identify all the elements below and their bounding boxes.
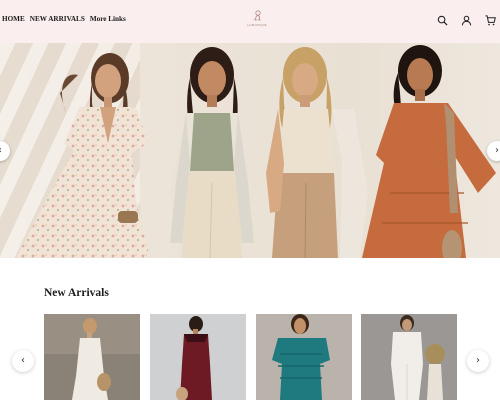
product-card-image[interactable] [44,314,140,400]
nav-more-links[interactable]: More Links [90,15,126,23]
hero-model-rust-dress [362,45,496,258]
product-card-image[interactable] [150,314,246,400]
new-arrivals-prev-button[interactable]: ‹ [12,350,34,372]
hero-next-button[interactable]: › [487,141,500,161]
chevron-right-icon: › [495,145,499,156]
logo-text: LA BOUTIQUE [247,24,267,27]
nav-home-link[interactable]: HOME [2,15,25,23]
chevron-left-icon: ‹ [21,355,25,366]
chevron-right-icon: › [476,355,480,366]
logo-mark-icon [252,10,262,22]
hero-banner[interactable]: ‹ › [0,43,500,258]
site-header: HOME NEW ARRIVALS More Links LA BOUTIQUE [0,0,500,43]
main-nav: HOME NEW ARRIVALS More Links [2,15,126,23]
product-card-image[interactable] [361,314,457,400]
search-icon[interactable] [437,15,448,26]
account-icon[interactable] [461,15,472,26]
header-actions [437,15,496,26]
storefront-page: HOME NEW ARRIVALS More Links LA BOUTIQUE [0,0,500,400]
product-card-image[interactable] [256,314,352,400]
new-arrivals-title: New Arrivals [44,287,109,299]
chevron-left-icon: ‹ [0,146,2,156]
hero-model-floral-dress [16,53,150,258]
brand-logo[interactable]: LA BOUTIQUE [244,9,270,33]
new-arrivals-next-button[interactable]: › [467,350,489,372]
nav-new-arrivals-link[interactable]: NEW ARRIVALS [30,15,85,23]
cart-icon[interactable] [485,15,496,26]
